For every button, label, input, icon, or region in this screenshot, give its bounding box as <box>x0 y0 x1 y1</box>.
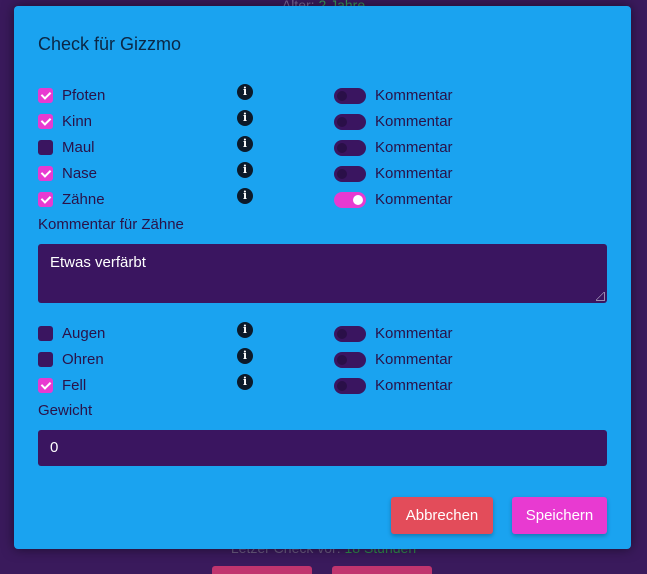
comment-field-label: Kommentar für Zähne <box>38 216 184 233</box>
info-icon[interactable]: i <box>237 84 253 100</box>
comment-textarea[interactable]: Etwas verfärbt <box>38 244 607 303</box>
check-label-zaehne: Zähne <box>62 191 105 208</box>
toggle-knob <box>337 355 347 365</box>
comment-toggle-label: Kommentar <box>375 139 453 156</box>
checkbox-maul[interactable] <box>38 140 53 155</box>
info-icon[interactable]: i <box>237 188 253 204</box>
background-button-right[interactable] <box>332 566 432 574</box>
check-row-fell: Fell i Kommentar <box>38 374 598 398</box>
info-icon[interactable]: i <box>237 162 253 178</box>
checkbox-nase[interactable] <box>38 166 53 181</box>
comment-toggle-label: Kommentar <box>375 113 453 130</box>
comment-toggle-label: Kommentar <box>375 191 453 208</box>
checkbox-augen[interactable] <box>38 326 53 341</box>
check-row-nase: Nase i Kommentar <box>38 162 598 186</box>
info-icon[interactable]: i <box>237 110 253 126</box>
modal-title: Check für Gizzmo <box>38 34 182 54</box>
cancel-button[interactable]: Abbrechen <box>391 497 493 534</box>
comment-toggle-zaehne[interactable] <box>334 192 366 208</box>
checkbox-pfoten[interactable] <box>38 88 53 103</box>
check-label-ohren: Ohren <box>62 351 104 368</box>
check-row-pfoten: Pfoten i Kommentar <box>38 84 598 108</box>
check-label-augen: Augen <box>62 325 106 342</box>
comment-toggle-kinn[interactable] <box>334 114 366 130</box>
comment-toggle-fell[interactable] <box>334 378 366 394</box>
check-row-kinn: Kinn i Kommentar <box>38 110 598 134</box>
info-icon[interactable]: i <box>237 136 253 152</box>
comment-toggle-ohren[interactable] <box>334 352 366 368</box>
weight-value: 0 <box>50 439 59 456</box>
toggle-knob <box>337 381 347 391</box>
resize-handle-icon[interactable] <box>596 292 605 301</box>
toggle-knob <box>337 169 347 179</box>
check-label-maul: Maul <box>62 139 95 156</box>
checkbox-zaehne[interactable] <box>38 192 53 207</box>
comment-toggle-nase[interactable] <box>334 166 366 182</box>
check-row-augen: Augen i Kommentar <box>38 322 598 346</box>
comment-toggle-label: Kommentar <box>375 165 453 182</box>
check-label-pfoten: Pfoten <box>62 87 106 104</box>
checkbox-kinn[interactable] <box>38 114 53 129</box>
comment-toggle-label: Kommentar <box>375 377 453 394</box>
checkbox-fell[interactable] <box>38 378 53 393</box>
save-button[interactable]: Speichern <box>512 497 607 534</box>
comment-toggle-label: Kommentar <box>375 87 453 104</box>
comment-toggle-label: Kommentar <box>375 325 453 342</box>
toggle-knob <box>353 195 363 205</box>
weight-input[interactable]: 0 <box>38 430 607 466</box>
background-button-left[interactable] <box>212 566 312 574</box>
toggle-knob <box>337 91 347 101</box>
check-label-fell: Fell <box>62 377 87 394</box>
comment-toggle-maul[interactable] <box>334 140 366 156</box>
info-icon[interactable]: i <box>237 348 253 364</box>
info-icon[interactable]: i <box>237 374 253 390</box>
toggle-knob <box>337 143 347 153</box>
weight-label: Gewicht <box>38 402 93 419</box>
comment-toggle-label: Kommentar <box>375 351 453 368</box>
comment-toggle-augen[interactable] <box>334 326 366 342</box>
comment-toggle-pfoten[interactable] <box>334 88 366 104</box>
comment-text: Etwas verfärbt <box>50 254 146 271</box>
check-label-nase: Nase <box>62 165 98 182</box>
toggle-knob <box>337 117 347 127</box>
info-icon[interactable]: i <box>237 322 253 338</box>
check-modal: Check für Gizzmo Pfoten i Kommentar Kinn… <box>14 6 631 549</box>
check-row-ohren: Ohren i Kommentar <box>38 348 598 372</box>
checkbox-ohren[interactable] <box>38 352 53 367</box>
check-row-zaehne: Zähne i Kommentar <box>38 188 598 212</box>
toggle-knob <box>337 329 347 339</box>
check-label-kinn: Kinn <box>62 113 93 130</box>
check-row-maul: Maul i Kommentar <box>38 136 598 160</box>
